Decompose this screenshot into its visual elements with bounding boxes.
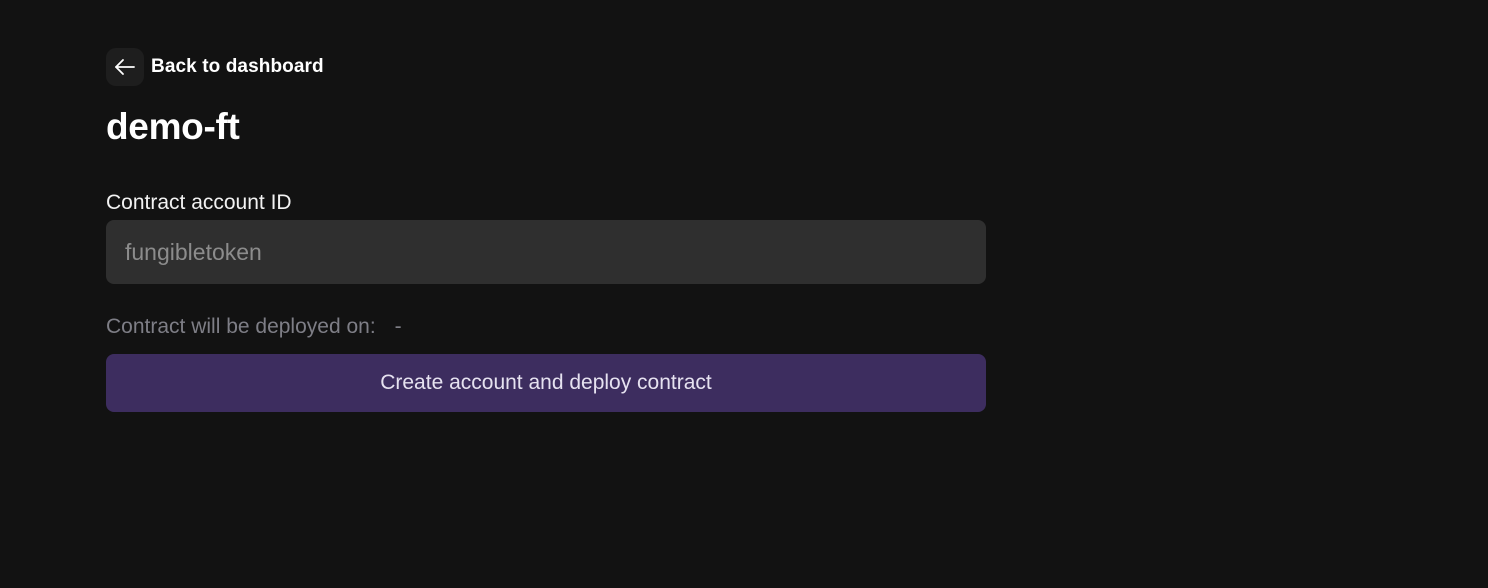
arrow-left-icon[interactable]: [106, 47, 144, 86]
back-to-dashboard-link[interactable]: Back to dashboard: [106, 47, 324, 86]
deploy-target-label: Contract will be deployed on:: [106, 315, 376, 338]
create-and-deploy-button[interactable]: Create account and deploy contract: [106, 354, 986, 412]
deploy-contract-page: Back to dashboard demo-ft Contract accou…: [0, 0, 1488, 588]
contract-account-id-input[interactable]: [106, 220, 986, 284]
page-title: demo-ft: [106, 106, 240, 147]
deploy-target-value: -: [394, 315, 402, 338]
contract-account-id-label: Contract account ID: [106, 191, 292, 214]
deploy-target-info: Contract will be deployed on: -: [106, 313, 402, 341]
back-link-label: Back to dashboard: [151, 55, 324, 77]
